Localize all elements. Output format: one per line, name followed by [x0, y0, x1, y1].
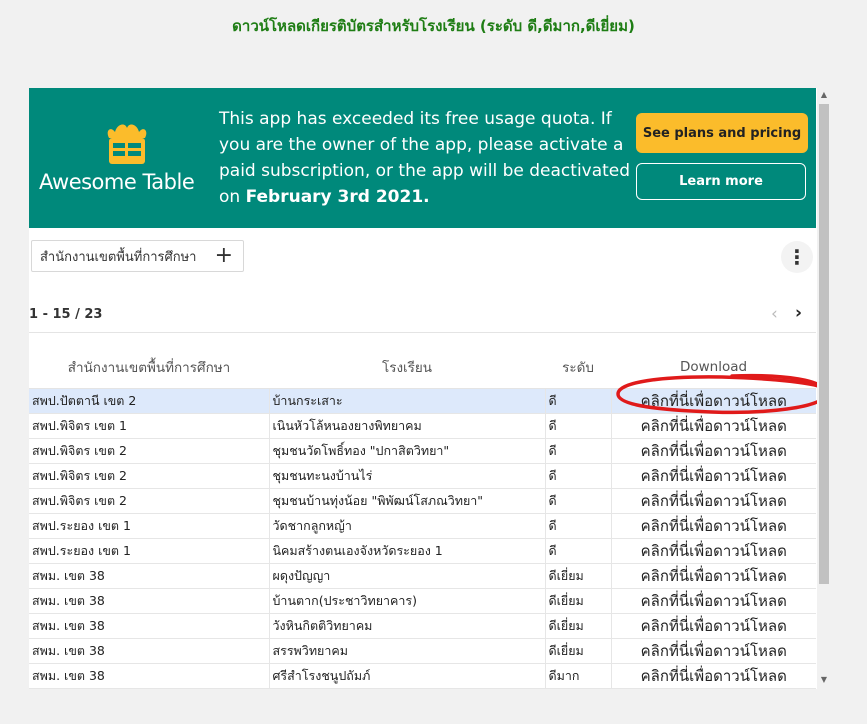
- chevron-left-icon[interactable]: ‹: [771, 304, 778, 324]
- download-link[interactable]: คลิกที่นี่เพื่อดาวน์โหลด: [610, 538, 816, 564]
- table-row[interactable]: สพม. เขต 38 บ้านตาก(ประชาวิทยาคาร) ดีเยี่ย…: [29, 588, 816, 614]
- download-link[interactable]: คลิกที่นี่เพื่อดาวน์โหลด: [610, 588, 816, 614]
- table-row[interactable]: สพม. เขต 38 วังหินกิตติวิทยาคม ดีเยี่ยม คลิ…: [29, 613, 816, 639]
- cell-area: สพป.พิจิตร เขต 2: [29, 488, 269, 514]
- download-link[interactable]: คลิกที่นี่เพื่อดาวน์โหลด: [610, 513, 816, 539]
- cell-school: ผดุงปัญญา: [268, 563, 545, 589]
- filter-label: สำนักงานเขตพื้นที่การศึกษา: [40, 249, 197, 265]
- cell-area: สพม. เขต 38: [29, 638, 269, 664]
- cell-school: ชุมชนวัดโพธิ์ทอง "ปกาสิตวิทยา": [268, 438, 545, 464]
- table-row[interactable]: สพม. เขต 38 ผดุงปัญญา ดีเยี่ยม คลิกที่นี่เพ…: [29, 563, 816, 589]
- table-row[interactable]: สพป.พิจิตร เขต 2 ชุมชนบ้านทุ่งน้อย "พิพัฒ…: [29, 488, 816, 514]
- cell-school: วังหินกิตติวิทยาคม: [268, 613, 545, 639]
- table-row[interactable]: สพป.พิจิตร เขต 1 เนินหัวโล้หนองยางพิทยาคม…: [29, 413, 816, 439]
- chevron-right-icon[interactable]: ›: [795, 303, 802, 323]
- download-link[interactable]: คลิกที่นี่เพื่อดาวน์โหลด: [610, 488, 816, 514]
- table-row[interactable]: สพม. เขต 38 ศรีสำโรงชนูปถัมภ์ ดีมาก คลิกที่…: [29, 663, 816, 689]
- logo-text: Awesome Table: [39, 170, 195, 194]
- cell-area: สพม. เขต 38: [29, 688, 269, 689]
- table-row[interactable]: สพป.ปัตตานี เขต 2 บ้านกระเสาะ ดี คลิกที่นี่…: [29, 388, 816, 414]
- cell-level: ดีมาก: [544, 688, 611, 689]
- learn-more-button[interactable]: Learn more: [636, 163, 806, 200]
- cell-area: สพป.ระยอง เขต 1: [29, 513, 269, 539]
- table-row[interactable]: สพป.พิจิตร เขต 2 ชุมชนทะนงบ้านไร่ ดี คลิกที…: [29, 463, 816, 489]
- table-header-row: สำนักงานเขตพื้นที่การศึกษา โรงเรียน ระดั…: [29, 346, 816, 389]
- cell-level: ดี: [544, 438, 611, 464]
- see-plans-button[interactable]: See plans and pricing: [636, 113, 808, 153]
- header-level[interactable]: ระดับ: [545, 346, 611, 389]
- header-download[interactable]: Download: [611, 346, 816, 389]
- pagination-bar: 1 - 15 / 23 ‹ ›: [29, 298, 816, 333]
- download-link[interactable]: คลิกที่นี่เพื่อดาวน์โหลด: [610, 638, 816, 664]
- cell-area: สพป.พิจิตร เขต 2: [29, 463, 269, 489]
- table-row[interactable]: สพป.พิจิตร เขต 2 ชุมชนวัดโพธิ์ทอง "ปกาสิต…: [29, 438, 816, 464]
- awesome-table-logo: Awesome Table: [39, 122, 211, 202]
- cell-level: ดีเยี่ยม: [544, 613, 611, 639]
- download-link[interactable]: คลิกที่นี่เพื่อดาวน์โหลด: [610, 613, 816, 639]
- plus-icon[interactable]: +: [215, 244, 233, 268]
- download-link[interactable]: คลิกที่นี่เพื่อดาวน์โหลด: [610, 438, 816, 464]
- download-link[interactable]: คลิกที่นี่เพื่อดาวน์โหลด: [610, 388, 816, 414]
- cell-area: สพป.พิจิตร เขต 2: [29, 438, 269, 464]
- cell-school: นิคมสร้างตนเองจังหวัดระยอง 1: [268, 538, 545, 564]
- cell-level: ดี: [544, 388, 611, 414]
- quota-message: This app has exceeded its free usage quo…: [219, 106, 631, 210]
- download-link[interactable]: คลิกที่นี่เพื่อดาวน์โหลด: [610, 413, 816, 439]
- flame-table-icon: [107, 124, 147, 164]
- cell-school: ชุมชนทะนงบ้านไร่: [268, 463, 545, 489]
- cell-level: ดี: [544, 513, 611, 539]
- scroll-down-icon[interactable]: ▼: [817, 675, 831, 687]
- cell-school: สรรพวิทยาคม: [268, 638, 545, 664]
- cell-school: บ้านตาก(ประชาวิทยาคาร): [268, 588, 545, 614]
- table-row[interactable]: สพป.ระยอง เขต 1 นิคมสร้างตนเองจังหวัดระยอ…: [29, 538, 816, 564]
- cell-area: สพม. เขต 38: [29, 588, 269, 614]
- cell-level: ดีเยี่ยม: [544, 563, 611, 589]
- header-area[interactable]: สำนักงานเขตพื้นที่การศึกษา: [29, 346, 269, 389]
- table-row[interactable]: สพม. เขต 38 สรรพวิทยาคม ดีเยี่ยม คลิกที่นี่…: [29, 638, 816, 664]
- cell-level: ดี: [544, 488, 611, 514]
- cell-school: บ้านกระเสาะ: [268, 388, 545, 414]
- cell-level: ดีเยี่ยม: [544, 588, 611, 614]
- pagination-range: 1 - 15 / 23: [29, 307, 103, 322]
- cell-area: สพป.ระยอง เขต 1: [29, 538, 269, 564]
- cell-area: สพป.พิจิตร เขต 1: [29, 413, 269, 439]
- scrollbar-thumb[interactable]: [819, 104, 829, 584]
- vertical-scrollbar[interactable]: ▲ ▼: [817, 88, 831, 689]
- filter-area-dropdown[interactable]: สำนักงานเขตพื้นที่การศึกษา +: [31, 240, 244, 272]
- awesome-table-app: Awesome Table This app has exceeded its …: [29, 88, 831, 689]
- cell-area: สพป.ปัตตานี เขต 2: [29, 388, 269, 414]
- cell-level: ดีเยี่ยม: [544, 638, 611, 664]
- cell-area: สพม. เขต 38: [29, 613, 269, 639]
- cell-level: ดี: [544, 463, 611, 489]
- cell-school: วังเจ้าวิทยาคม: [268, 688, 545, 689]
- more-vertical-icon[interactable]: ⋮: [781, 241, 813, 273]
- cell-area: สพม. เขต 38: [29, 563, 269, 589]
- download-link[interactable]: คลิกที่นี่เพื่อดาวน์โหลด: [610, 688, 816, 689]
- download-link[interactable]: คลิกที่นี่เพื่อดาวน์โหลด: [610, 463, 816, 489]
- cell-school: ศรีสำโรงชนูปถัมภ์: [268, 663, 545, 689]
- cell-level: ดีมาก: [544, 663, 611, 689]
- table-row[interactable]: สพม. เขต 38วังเจ้าวิทยาคมดีมากคลิกที่นี่…: [29, 688, 816, 689]
- cell-area: สพม. เขต 38: [29, 663, 269, 689]
- cell-school: วัดชากลูกหญ้า: [268, 513, 545, 539]
- quota-banner: Awesome Table This app has exceeded its …: [29, 88, 816, 228]
- results-table: สำนักงานเขตพื้นที่การศึกษา โรงเรียน ระดั…: [29, 346, 816, 689]
- download-link[interactable]: คลิกที่นี่เพื่อดาวน์โหลด: [610, 563, 816, 589]
- table-row[interactable]: สพป.ระยอง เขต 1 วัดชากลูกหญ้า ดี คลิกที่นี่…: [29, 513, 816, 539]
- cell-level: ดี: [544, 538, 611, 564]
- cell-school: ชุมชนบ้านทุ่งน้อย "พิพัฒน์โสภณวิทยา": [268, 488, 545, 514]
- scroll-up-icon[interactable]: ▲: [817, 90, 831, 102]
- page-title: ดาวน์โหลดเกียรติบัตรสำหรับโรงเรียน (ระดั…: [232, 17, 635, 35]
- cell-school: เนินหัวโล้หนองยางพิทยาคม: [268, 413, 545, 439]
- header-school[interactable]: โรงเรียน: [269, 346, 545, 389]
- cell-level: ดี: [544, 413, 611, 439]
- deactivation-date: February 3rd 2021.: [245, 187, 430, 207]
- download-link[interactable]: คลิกที่นี่เพื่อดาวน์โหลด: [610, 663, 816, 689]
